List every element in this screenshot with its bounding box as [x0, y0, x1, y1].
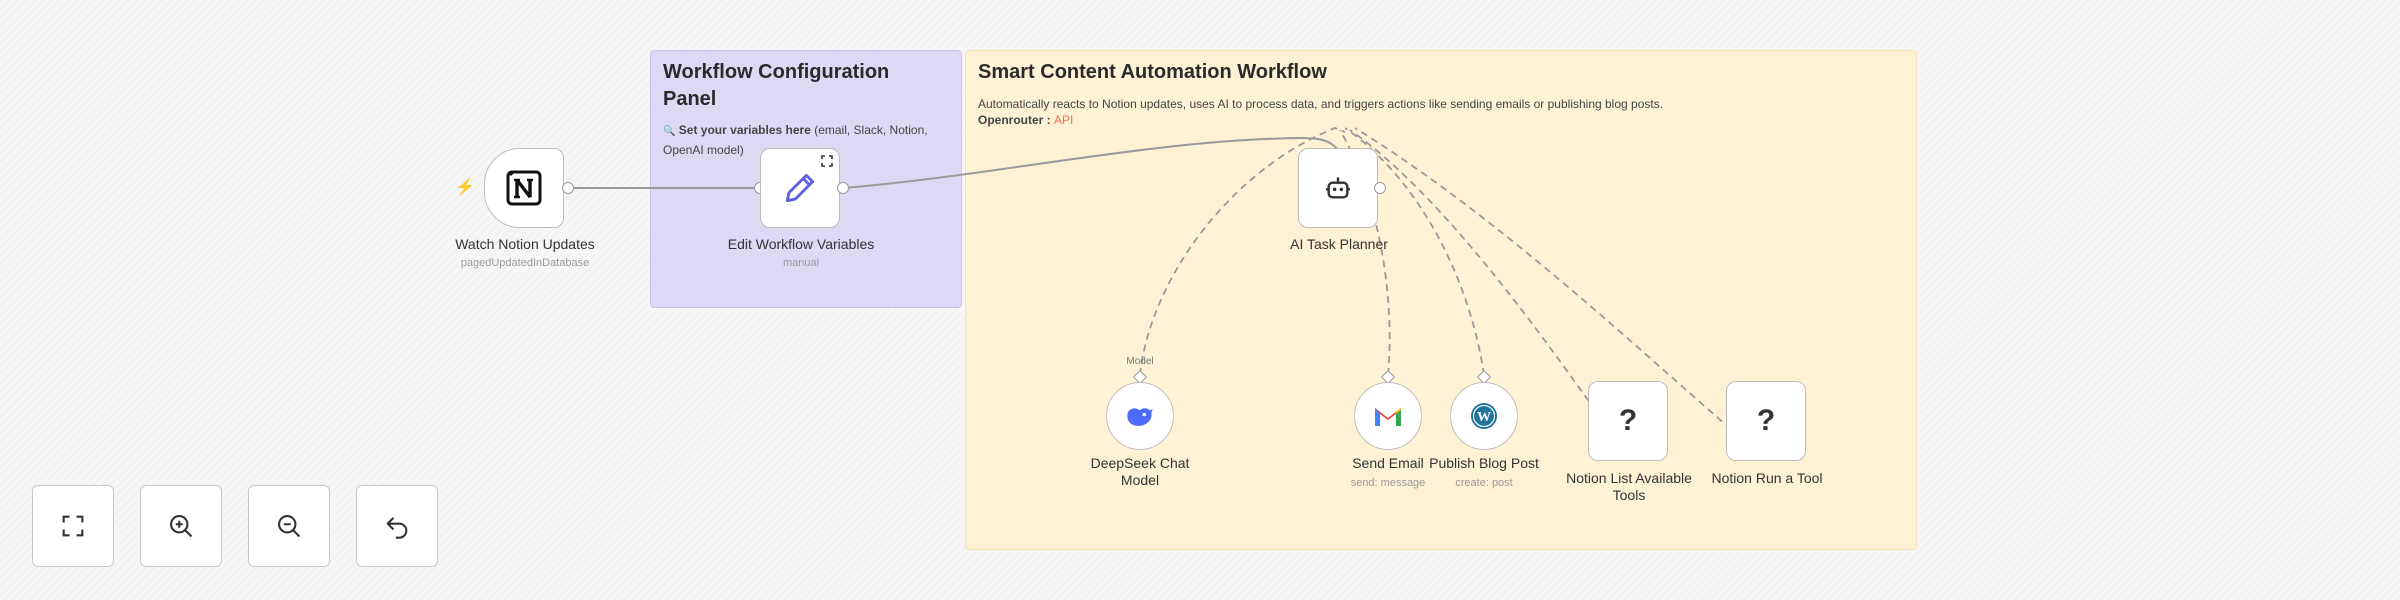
question-icon: ? [1618, 404, 1638, 437]
provider-link[interactable]: API [1054, 113, 1073, 127]
undo-icon [386, 517, 408, 539]
node-edit-workflow-variables-subtitle: manual [782, 257, 820, 269]
node-send-email-label: Send Email [1352, 455, 1424, 471]
gmail-icon [1375, 408, 1401, 426]
zoom-in-icon [170, 515, 193, 538]
node-ai-task-planner-label: AI Task Planner [1290, 236, 1388, 252]
node-deepseek-chat-model-label: DeepSeek Chat Model [1091, 455, 1190, 489]
node-notion-list-tools-label: Notion List Available Tools [1566, 470, 1692, 504]
node-edit-workflow-variables-label: Edit Workflow Variables [727, 236, 875, 252]
reset-zoom-button[interactable] [356, 485, 438, 567]
node-send-email-subtitle: send: message [1350, 477, 1426, 489]
node-notion-list-label-line2: Tools [1612, 487, 1646, 503]
node-watch-notion-updates-label: Watch Notion Updates [455, 236, 595, 252]
fit-view-icon [62, 515, 84, 537]
node-watch-notion-updates[interactable] [484, 148, 564, 228]
trigger-output-handle[interactable] [562, 182, 574, 194]
expand-icon[interactable] [821, 155, 833, 167]
node-deepseek-label-line2: Model [1120, 472, 1160, 488]
node-ai-task-planner[interactable] [1298, 148, 1378, 228]
fit-view-button[interactable] [32, 485, 114, 567]
question-icon: ? [1756, 404, 1776, 437]
node-watch-notion-updates-subtitle: pagedUpdatedInDatabase [460, 257, 590, 269]
node-publish-blog-post-label: Publish Blog Post [1429, 455, 1539, 471]
zoom-in-button[interactable] [140, 485, 222, 567]
zoom-out-button[interactable] [248, 485, 330, 567]
sticky-main-title: Smart Content Automation Workflow [978, 61, 1327, 83]
node-deepseek-label-line1: DeepSeek Chat [1090, 455, 1190, 471]
node-deepseek-chat-model[interactable] [1106, 382, 1174, 450]
model-port-label: Model [1126, 356, 1154, 367]
sticky-main-provider: Openrouter : API [978, 112, 1904, 128]
agent-output-handle[interactable] [1374, 182, 1386, 194]
node-notion-list-label-line1: Notion List Available [1566, 470, 1692, 486]
wordpress-icon: W [1471, 403, 1497, 429]
node-edit-workflow-variables[interactable] [760, 148, 840, 228]
robot-icon [1326, 177, 1350, 199]
pencil-icon [785, 173, 815, 203]
deepseek-whale-icon [1127, 408, 1153, 426]
sticky-config-body-bold: Set your variables here [678, 123, 811, 137]
edit-output-handle[interactable] [837, 182, 849, 194]
node-publish-blog-post-subtitle: create: post [1455, 477, 1513, 489]
notion-icon [506, 170, 542, 206]
sticky-main-body: Automatically reacts to Notion updates, … [978, 97, 1664, 111]
provider-label: Openrouter : [978, 113, 1055, 127]
zoom-out-icon [278, 515, 301, 538]
node-notion-list-tools[interactable]: ? [1588, 381, 1668, 461]
node-publish-blog-post[interactable]: W [1450, 382, 1518, 450]
trigger-bolt-icon: ⚡ [455, 179, 475, 196]
node-send-email[interactable] [1354, 382, 1422, 450]
sticky-config-title: Workflow Configuration Panel [663, 61, 890, 110]
node-notion-run-tool-label: Notion Run a Tool [1711, 470, 1823, 486]
search-icon: 🔍 [663, 126, 676, 137]
node-notion-run-tool[interactable]: ? [1726, 381, 1806, 461]
svg-text:W: W [1477, 410, 1491, 425]
